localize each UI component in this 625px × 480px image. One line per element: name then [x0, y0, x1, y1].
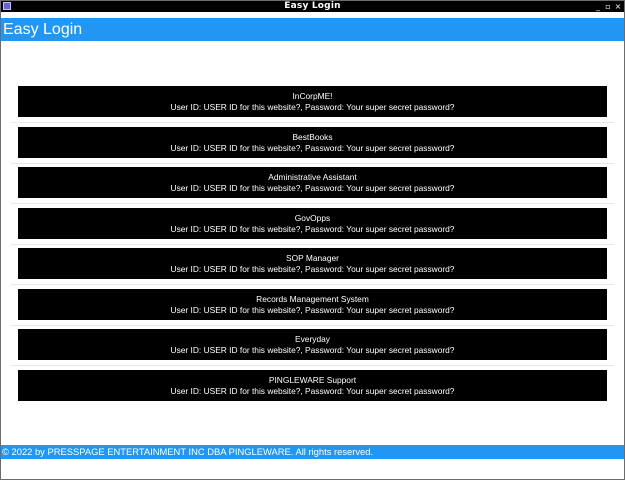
login-card-pingleware-support[interactable]: PINGLEWARE Support User ID: USER ID for … [18, 370, 607, 401]
login-card-credentials: User ID: USER ID for this website?, Pass… [170, 305, 455, 315]
close-icon[interactable]: × [613, 1, 623, 12]
login-card-name: Administrative Assistant [268, 172, 357, 182]
login-card-name: PINGLEWARE Support [268, 375, 357, 385]
login-card-incorpme[interactable]: InCorpME! User ID: USER ID for this webs… [18, 86, 607, 117]
login-card-name: Records Management System [256, 294, 369, 304]
login-card-name: BestBooks [292, 132, 333, 142]
login-card-name: InCorpME! [292, 91, 333, 101]
divider [11, 365, 614, 366]
app-header: Easy Login [1, 18, 624, 41]
login-card-everyday[interactable]: Everyday User ID: USER ID for this websi… [18, 329, 607, 360]
window-title: Easy Login [284, 1, 341, 11]
login-card-credentials: User ID: USER ID for this website?, Pass… [170, 143, 455, 153]
divider [11, 203, 614, 204]
login-card-credentials: User ID: USER ID for this website?, Pass… [170, 224, 455, 234]
login-card-credentials: User ID: USER ID for this website?, Pass… [170, 345, 455, 355]
login-card-bestbooks[interactable]: BestBooks User ID: USER ID for this webs… [18, 127, 607, 158]
divider [11, 284, 614, 285]
login-card-credentials: User ID: USER ID for this website?, Pass… [170, 102, 455, 112]
login-card-sop-manager[interactable]: SOP Manager User ID: USER ID for this we… [18, 248, 607, 279]
login-card-govopps[interactable]: GovOpps User ID: USER ID for this websit… [18, 208, 607, 239]
divider [11, 163, 614, 164]
copyright-text: © 2022 by PRESSPAGE ENTERTAINMENT INC DB… [2, 446, 374, 457]
login-card-name: Everyday [295, 334, 330, 344]
login-card-credentials: User ID: USER ID for this website?, Pass… [170, 264, 455, 274]
login-card-administrative-assistant[interactable]: Administrative Assistant User ID: USER I… [18, 167, 607, 198]
app-window: Easy Login _ ▫ × Easy Login InCorpME! Us… [0, 0, 625, 480]
divider [11, 244, 614, 245]
window-titlebar[interactable]: Easy Login _ ▫ × [1, 1, 624, 12]
divider [11, 325, 614, 326]
login-card-name: SOP Manager [286, 253, 339, 263]
app-footer: © 2022 by PRESSPAGE ENTERTAINMENT INC DB… [1, 445, 624, 459]
login-list: InCorpME! User ID: USER ID for this webs… [1, 41, 624, 445]
maximize-icon[interactable]: ▫ [603, 1, 613, 12]
minimize-icon[interactable]: _ [593, 1, 603, 12]
login-card-name: GovOpps [294, 213, 331, 223]
divider [11, 122, 614, 123]
login-card-credentials: User ID: USER ID for this website?, Pass… [170, 183, 455, 193]
login-card-records-management-system[interactable]: Records Management System User ID: USER … [18, 289, 607, 320]
login-card-credentials: User ID: USER ID for this website?, Pass… [170, 386, 455, 396]
page-title: Easy Login [3, 21, 83, 38]
